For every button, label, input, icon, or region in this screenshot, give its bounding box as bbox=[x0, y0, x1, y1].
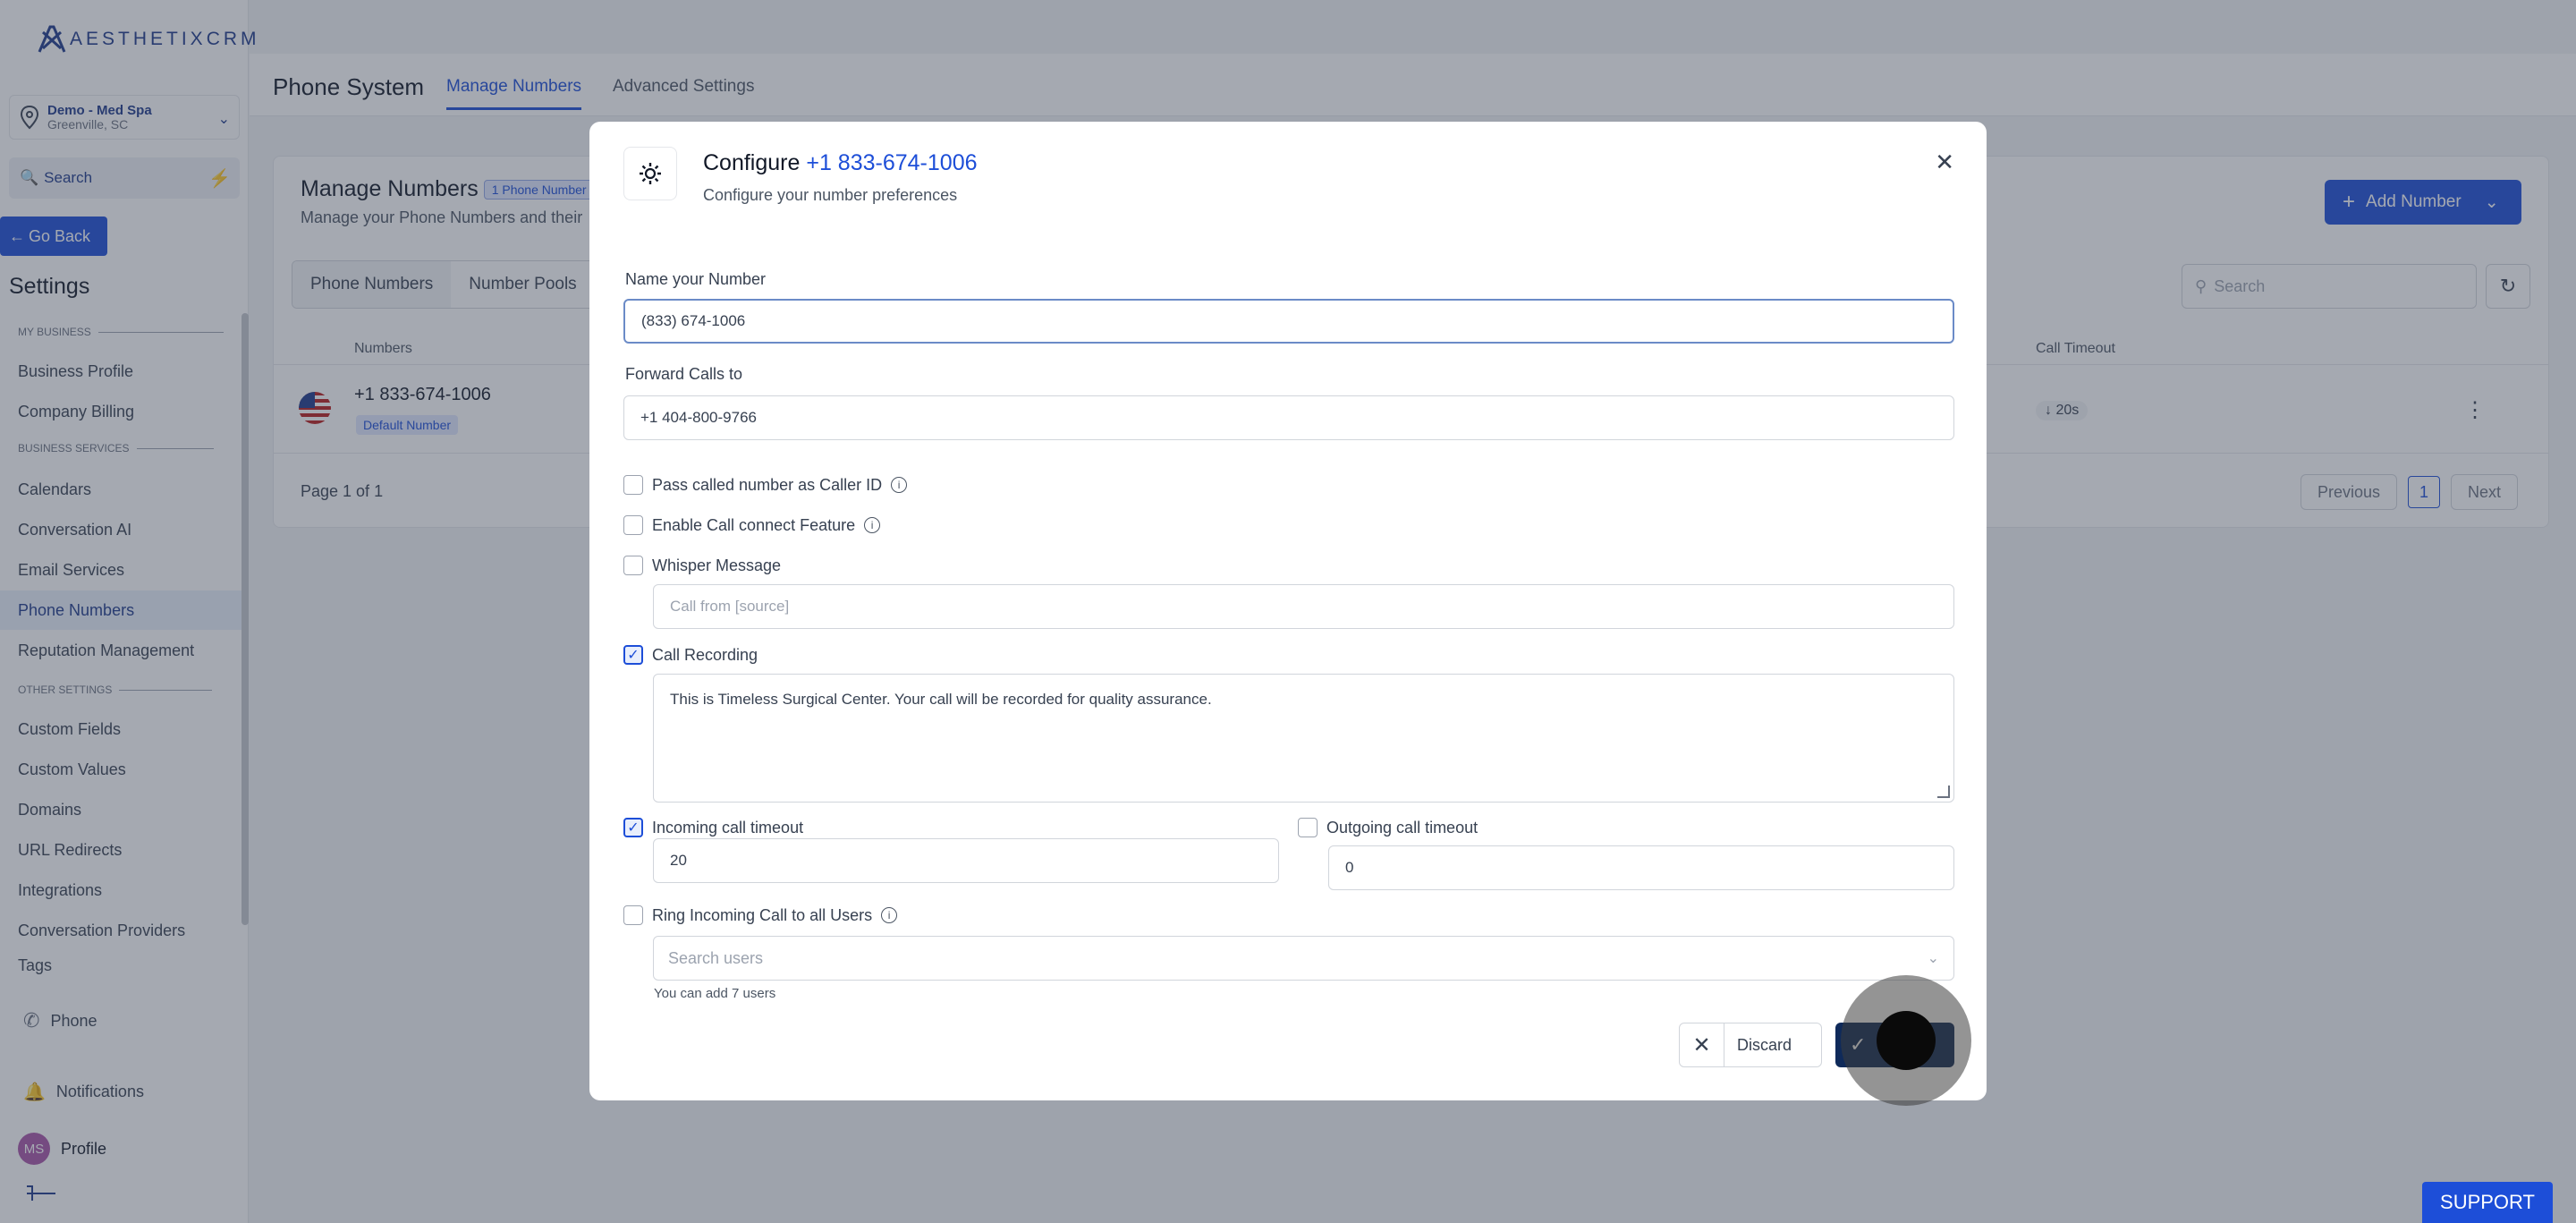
forward-input[interactable]: +1 404-800-9766 bbox=[623, 395, 1954, 440]
name-input[interactable]: (833) 674-1006 bbox=[623, 299, 1954, 344]
configure-number-modal: Configure +1 833-674-1006 Configure your… bbox=[589, 122, 1987, 1100]
modal-title: Configure +1 833-674-1006 bbox=[703, 150, 978, 176]
pass-caller-id-checkbox[interactable] bbox=[623, 475, 643, 495]
gear-icon bbox=[623, 147, 677, 200]
recording-label: Call Recording bbox=[652, 645, 758, 664]
modal-title-prefix: Configure bbox=[703, 150, 807, 175]
incoming-timeout-label: Incoming call timeout bbox=[652, 818, 804, 837]
outgoing-timeout-checkbox[interactable] bbox=[1298, 818, 1318, 837]
support-button[interactable]: SUPPORT bbox=[2422, 1182, 2553, 1223]
forward-label: Forward Calls to bbox=[625, 365, 743, 383]
outgoing-timeout-option: Outgoing call timeout bbox=[1298, 818, 1478, 837]
cursor-pointer bbox=[1877, 1011, 1936, 1070]
gear-icon-svg bbox=[640, 163, 661, 184]
users-hint: You can add 7 users bbox=[654, 986, 776, 1001]
ring-all-option: Ring Incoming Call to all Users i bbox=[623, 905, 898, 925]
name-label: Name your Number bbox=[625, 270, 767, 288]
outgoing-timeout-label: Outgoing call timeout bbox=[1326, 818, 1479, 837]
whisper-checkbox[interactable] bbox=[623, 556, 643, 575]
incoming-timeout-option: ✓ Incoming call timeout bbox=[623, 818, 803, 837]
close-icon[interactable]: ✕ bbox=[1935, 149, 1954, 176]
outgoing-timeout-input[interactable]: 0 bbox=[1328, 845, 1954, 890]
modal-title-number: +1 833-674-1006 bbox=[806, 150, 978, 175]
users-select-placeholder: Search users bbox=[668, 948, 764, 967]
users-select[interactable]: Search users ⌄ bbox=[653, 936, 1954, 981]
resize-handle[interactable] bbox=[1937, 786, 1950, 798]
call-connect-label: Enable Call connect Feature bbox=[652, 515, 856, 534]
whisper-message-input[interactable]: Call from [source] bbox=[653, 584, 1954, 629]
discard-button[interactable]: ✕ Discard bbox=[1679, 1023, 1822, 1067]
pass-caller-id-option: Pass called number as Caller ID i bbox=[623, 475, 908, 495]
call-connect-option: Enable Call connect Feature i bbox=[623, 515, 881, 535]
ring-all-checkbox[interactable] bbox=[623, 905, 643, 925]
pass-caller-id-label: Pass called number as Caller ID bbox=[652, 475, 883, 494]
whisper-option: Whisper Message bbox=[623, 556, 781, 575]
chevron-down-icon: ⌄ bbox=[1927, 951, 1939, 966]
recording-option: ✓ Call Recording bbox=[623, 645, 758, 665]
info-icon[interactable]: i bbox=[891, 477, 908, 493]
info-icon[interactable]: i bbox=[864, 517, 881, 533]
info-icon[interactable]: i bbox=[881, 907, 898, 923]
recording-message-textarea[interactable]: This is Timeless Surgical Center. Your c… bbox=[653, 674, 1954, 803]
checkmark-icon: ✓ bbox=[627, 820, 640, 836]
close-icon: ✕ bbox=[1680, 1023, 1724, 1066]
checkmark-icon: ✓ bbox=[627, 648, 640, 663]
incoming-timeout-input[interactable]: 20 bbox=[653, 838, 1279, 883]
ring-all-label: Ring Incoming Call to all Users bbox=[652, 905, 873, 924]
discard-label: Discard bbox=[1737, 1035, 1792, 1054]
whisper-label: Whisper Message bbox=[652, 556, 782, 574]
incoming-timeout-checkbox[interactable]: ✓ bbox=[623, 818, 643, 837]
modal-subtitle: Configure your number preferences bbox=[703, 186, 958, 204]
recording-checkbox[interactable]: ✓ bbox=[623, 645, 643, 665]
call-connect-checkbox[interactable] bbox=[623, 515, 643, 535]
recording-message-text: This is Timeless Surgical Center. Your c… bbox=[670, 691, 1212, 708]
